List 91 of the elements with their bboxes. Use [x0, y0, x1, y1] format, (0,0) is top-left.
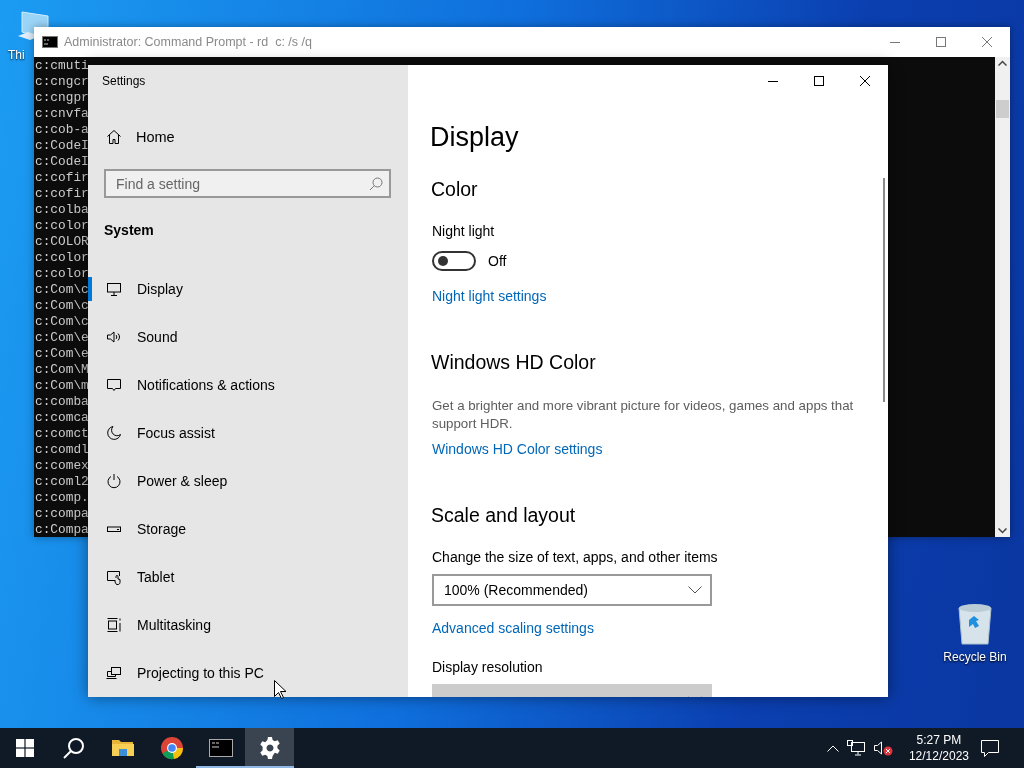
nav-item[interactable]: Sound [88, 313, 408, 361]
console-line: c:cofir [34, 170, 89, 186]
window-layout-icon [106, 617, 122, 633]
section-heading: Color [430, 177, 478, 202]
setting-label: Change the size of text, apps, and other items [431, 548, 718, 567]
console-icon [208, 736, 233, 760]
console-line: c:compa [34, 506, 89, 522]
console-line: c:cofir [34, 186, 89, 202]
console-line: c:coml2 [34, 474, 89, 490]
console-line: c:cmuti [34, 58, 89, 74]
section-heading: Windows HD Color [430, 350, 596, 375]
console-line: c:comex [34, 458, 89, 474]
nav-item[interactable]: Notifications & actions [88, 361, 408, 409]
console-line: c:color [34, 266, 89, 282]
windows-logo-icon [15, 739, 34, 757]
speech-bubble-icon [981, 739, 999, 757]
console-icon [42, 36, 58, 48]
scrollbar[interactable] [995, 57, 1010, 537]
speech-bubble-icon [106, 377, 122, 393]
console-line: c:Com\m [34, 378, 89, 394]
section-heading: System [104, 221, 155, 240]
search-icon [369, 177, 383, 191]
cursor-icon [274, 680, 286, 699]
console-line: c:Com\c [34, 282, 89, 298]
toggle-switch[interactable] [432, 251, 476, 271]
nav-item[interactable]: Focus assist [88, 409, 408, 457]
setting-label: Display resolution [431, 658, 543, 677]
console-line: c:cngpr [34, 90, 89, 106]
nav-item[interactable]: Projecting to this PC [88, 649, 408, 697]
speaker-icon [106, 329, 122, 345]
chevron-icon [688, 586, 702, 594]
nav-item[interactable]: Multitasking [88, 601, 408, 649]
console-line: c:color [34, 250, 89, 266]
description-text: Get a brighter and more vibrant picture for videos, games and apps that support HDR. [431, 397, 855, 433]
console-line: c:cngcr [34, 74, 89, 90]
gear-icon [257, 736, 282, 760]
maximize-icon [936, 37, 946, 47]
scrollbar-thumb[interactable] [996, 100, 1009, 118]
nav-item[interactable]: Storage [88, 505, 408, 553]
console-line: c:Com\e [34, 330, 89, 346]
console-line: c:comp. [34, 490, 89, 506]
console-line: c:comba [34, 394, 89, 410]
nav-item[interactable]: Tablet [88, 553, 408, 601]
setting-label: Night light [431, 222, 495, 241]
close-icon [860, 76, 870, 86]
muted-speaker-icon [872, 740, 893, 756]
scrollbar[interactable] [883, 178, 885, 402]
console-line: c:COLOR [34, 234, 89, 250]
nav-item[interactable]: Display [88, 265, 408, 313]
console-line: c:Com\e [34, 346, 89, 362]
console-line: c:comdl [34, 442, 89, 458]
desktop-icon-label[interactable]: Recycle Bin [943, 650, 1007, 664]
console-line: c:comca [34, 410, 89, 426]
page-title: Display [430, 121, 519, 154]
tablet-icon [106, 569, 122, 585]
console-line: c:Com\c [34, 314, 89, 330]
recycle-bin-icon [955, 602, 995, 646]
network-icon [846, 740, 865, 756]
console-line: c:comct [34, 426, 89, 442]
section-heading: Scale and layout [430, 503, 576, 528]
console-line: c:color [34, 218, 89, 234]
console-line: c:Com\M [34, 362, 89, 378]
nav-item[interactable]: Power & sleep [88, 457, 408, 505]
console-line: c:cnvfa [34, 106, 89, 122]
window-title: Settings [102, 73, 146, 88]
home-button[interactable]: Home [88, 117, 408, 157]
toggle-state-label: Off [488, 253, 507, 269]
home-icon [106, 129, 122, 146]
screens-icon [106, 665, 122, 681]
clock[interactable]: 5:27 PM 12/12/2023 [900, 728, 977, 768]
search-field[interactable]: Find a setting [104, 169, 391, 198]
monitor-icon [106, 281, 122, 297]
console-line: c:CodeI [34, 154, 89, 170]
console-line: c:colba [34, 202, 89, 218]
window-title: Administrator: Command Prompt - rd c: /s /q [64, 35, 312, 49]
search-icon [62, 737, 85, 759]
chevron-up-icon [826, 744, 839, 752]
settings-link[interactable]: Night light settings [430, 286, 547, 306]
browser-icon [159, 736, 184, 760]
console-line: c:CodeI [34, 138, 89, 154]
console-line: c:Compa [34, 522, 89, 537]
power-icon [106, 473, 122, 489]
close-icon [982, 37, 992, 47]
settings-link[interactable]: Windows HD Color settings [430, 439, 603, 459]
taskbar-app[interactable] [245, 728, 294, 768]
dropdown[interactable]: 100% (Recommended) [432, 574, 712, 606]
console-line: c:cob-a [34, 122, 89, 138]
console-line: c:Com\c [34, 298, 89, 314]
settings-link[interactable]: Advanced scaling settings [430, 618, 594, 638]
maximize-icon [814, 76, 824, 86]
moon-icon [106, 425, 122, 441]
